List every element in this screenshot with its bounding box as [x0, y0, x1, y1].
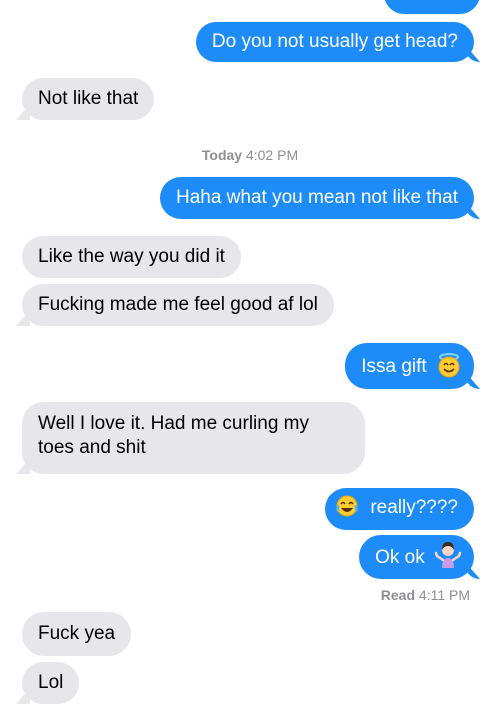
- timestamp-time: 4:02 PM: [245, 147, 299, 163]
- read-receipt-label: Read: [380, 587, 415, 603]
- message-text: Lol: [38, 672, 64, 693]
- message-text: really????: [370, 497, 458, 519]
- face-with-tears-of-joy-icon: [335, 494, 359, 518]
- message-text: Fuck yea: [38, 623, 116, 644]
- message-text: Issa gift: [361, 356, 427, 378]
- message-text: Ok ok: [375, 547, 425, 569]
- message-bubble-outgoing[interactable]: Issa gift: [345, 343, 474, 389]
- message-text: Well I love it. Had me curling my toes a…: [38, 413, 310, 458]
- message-text: Fucking made me feel good af lol: [38, 294, 318, 315]
- read-receipt-time: 4:11 PM: [418, 587, 470, 603]
- message-text: Do you not usually get head?: [211, 31, 458, 52]
- timestamp-day: Today: [201, 147, 243, 163]
- message-bubble-cutoff: [384, 0, 480, 14]
- message-text: Haha what you mean not like that: [175, 187, 458, 208]
- message-bubble-outgoing[interactable]: Ok ok: [359, 535, 474, 579]
- message-bubble-incoming[interactable]: Well I love it. Had me curling my toes a…: [22, 402, 365, 474]
- message-bubble-outgoing[interactable]: Do you not usually get head?: [195, 22, 474, 62]
- message-bubble-incoming[interactable]: Lol: [22, 662, 80, 704]
- message-bubble-incoming[interactable]: Fuck yea: [22, 612, 132, 656]
- message-bubble-incoming[interactable]: Not like that: [22, 78, 155, 120]
- person-shrugging-icon: [434, 541, 462, 569]
- message-bubble-incoming[interactable]: Like the way you did it: [22, 236, 241, 278]
- timestamp: Today 4:02 PM: [0, 147, 500, 163]
- read-receipt: Read 4:11 PM: [381, 587, 470, 603]
- smiling-face-with-halo-icon: [436, 352, 462, 378]
- message-text: Not like that: [38, 88, 139, 109]
- message-bubble-outgoing[interactable]: really????: [325, 488, 474, 530]
- message-bubble-outgoing[interactable]: Haha what you mean not like that: [159, 177, 474, 219]
- message-text: Like the way you did it: [38, 246, 225, 267]
- message-bubble-incoming[interactable]: Fucking made me feel good af lol: [22, 284, 334, 326]
